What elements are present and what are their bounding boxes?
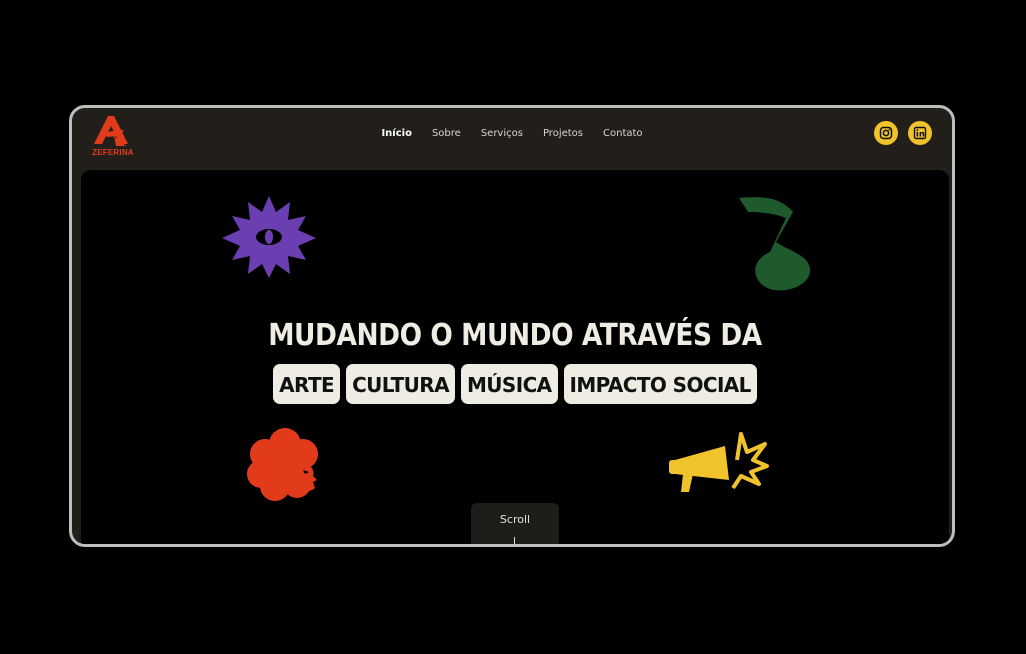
- scroll-label: Scroll: [499, 513, 531, 526]
- hero-section: MUDANDO O MUNDO ATRAVÉS DA ARTE CULTURA …: [81, 170, 949, 544]
- instagram-button[interactable]: [874, 121, 898, 145]
- music-note-illustration-icon: [739, 197, 810, 291]
- scroll-line: [514, 537, 515, 544]
- tag-cultura: CULTURA: [346, 364, 455, 404]
- nav-item-sobre[interactable]: Sobre: [432, 128, 461, 139]
- eye-star-illustration-icon: [222, 196, 316, 278]
- instagram-icon: [879, 126, 893, 140]
- nav-item-inicio[interactable]: Início: [381, 128, 412, 139]
- nav-item-contato[interactable]: Contato: [603, 128, 643, 139]
- main-nav: Início Sobre Serviços Projetos Contato: [72, 108, 952, 158]
- hero-tags: ARTE CULTURA MÚSICA IMPACTO SOCIAL: [81, 364, 949, 404]
- megaphone-illustration-icon: [669, 432, 769, 492]
- hero-headline: MUDANDO O MUNDO ATRAVÉS DA: [268, 318, 762, 353]
- nav-item-servicos[interactable]: Serviços: [481, 128, 523, 139]
- linkedin-icon: [913, 126, 927, 140]
- browser-frame: ZEFERINA Início Sobre Serviços Projetos …: [69, 105, 955, 547]
- linkedin-button[interactable]: [908, 121, 932, 145]
- tag-impacto-social: IMPACTO SOCIAL: [563, 364, 757, 404]
- scroll-indicator[interactable]: Scroll: [471, 503, 559, 544]
- top-bar: ZEFERINA Início Sobre Serviços Projetos …: [72, 108, 952, 168]
- flower-head-illustration-icon: [247, 428, 318, 501]
- tag-musica: MÚSICA: [460, 364, 558, 404]
- tag-arte: ARTE: [273, 364, 341, 404]
- nav-item-projetos[interactable]: Projetos: [543, 128, 583, 139]
